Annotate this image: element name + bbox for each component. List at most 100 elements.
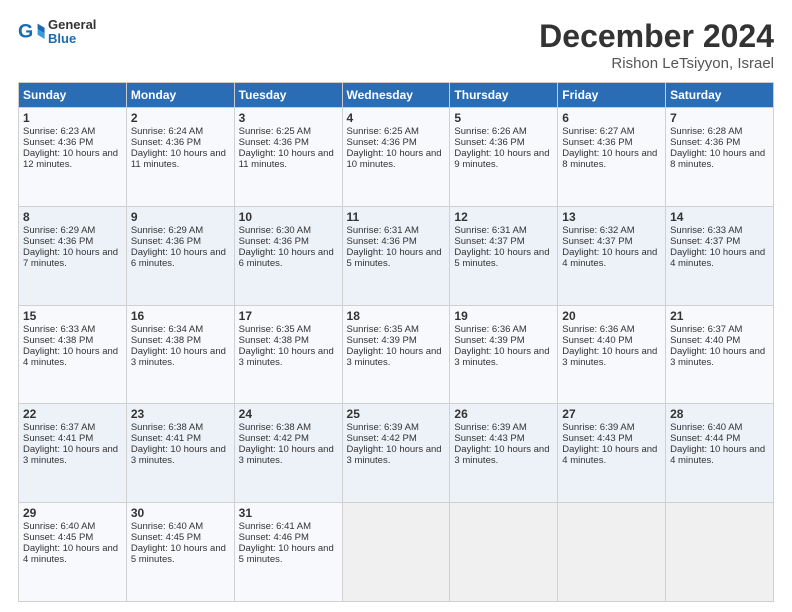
daylight-label: Daylight: 10 hours and 4 minutes. [23,346,118,368]
title-block: December 2024 Rishon LeTsiyyon, Israel [539,18,774,72]
day-cell: 18Sunrise: 6:35 AMSunset: 4:39 PMDayligh… [342,305,450,404]
day-number: 31 [239,506,338,520]
daylight-label: Daylight: 10 hours and 10 minutes. [347,148,442,170]
sunset: Sunset: 4:41 PM [23,433,93,444]
daylight-label: Daylight: 10 hours and 3 minutes. [454,346,549,368]
day-number: 3 [239,111,338,125]
day-cell: 3Sunrise: 6:25 AMSunset: 4:36 PMDaylight… [234,108,342,207]
daylight-label: Daylight: 10 hours and 4 minutes. [562,444,657,466]
day-cell: 23Sunrise: 6:38 AMSunset: 4:41 PMDayligh… [126,404,234,503]
day-cell: 27Sunrise: 6:39 AMSunset: 4:43 PMDayligh… [558,404,666,503]
day-cell: 5Sunrise: 6:26 AMSunset: 4:36 PMDaylight… [450,108,558,207]
sunrise: Sunrise: 6:40 AM [670,422,742,433]
sunrise: Sunrise: 6:40 AM [131,521,203,532]
location-subtitle: Rishon LeTsiyyon, Israel [539,55,774,72]
day-number: 12 [454,210,553,224]
calendar-table: Sunday Monday Tuesday Wednesday Thursday… [18,82,774,602]
page: G General Blue December 2024 Rishon LeTs… [0,0,792,612]
day-cell: 15Sunrise: 6:33 AMSunset: 4:38 PMDayligh… [19,305,127,404]
sunrise: Sunrise: 6:33 AM [670,225,742,236]
day-cell: 7Sunrise: 6:28 AMSunset: 4:36 PMDaylight… [666,108,774,207]
day-cell: 21Sunrise: 6:37 AMSunset: 4:40 PMDayligh… [666,305,774,404]
daylight-label: Daylight: 10 hours and 4 minutes. [670,247,765,269]
daylight-label: Daylight: 10 hours and 3 minutes. [347,444,442,466]
daylight-label: Daylight: 10 hours and 9 minutes. [454,148,549,170]
daylight-label: Daylight: 10 hours and 3 minutes. [131,444,226,466]
day-number: 15 [23,309,122,323]
day-number: 24 [239,407,338,421]
sunset: Sunset: 4:42 PM [347,433,417,444]
daylight-label: Daylight: 10 hours and 3 minutes. [239,444,334,466]
day-cell: 17Sunrise: 6:35 AMSunset: 4:38 PMDayligh… [234,305,342,404]
daylight-label: Daylight: 10 hours and 11 minutes. [239,148,334,170]
sunset: Sunset: 4:42 PM [239,433,309,444]
day-cell [450,503,558,602]
day-cell: 11Sunrise: 6:31 AMSunset: 4:36 PMDayligh… [342,206,450,305]
header-tuesday: Tuesday [234,83,342,108]
day-number: 23 [131,407,230,421]
month-title: December 2024 [539,18,774,55]
sunset: Sunset: 4:37 PM [562,236,632,247]
header-friday: Friday [558,83,666,108]
day-number: 30 [131,506,230,520]
sunrise: Sunrise: 6:41 AM [239,521,311,532]
sunset: Sunset: 4:46 PM [239,532,309,543]
sunset: Sunset: 4:38 PM [239,335,309,346]
sunrise: Sunrise: 6:25 AM [239,126,311,137]
sunrise: Sunrise: 6:38 AM [131,422,203,433]
day-number: 9 [131,210,230,224]
day-number: 22 [23,407,122,421]
sunset: Sunset: 4:38 PM [131,335,201,346]
sunrise: Sunrise: 6:24 AM [131,126,203,137]
daylight-label: Daylight: 10 hours and 3 minutes. [454,444,549,466]
day-number: 7 [670,111,769,125]
sunrise: Sunrise: 6:32 AM [562,225,634,236]
daylight-label: Daylight: 10 hours and 7 minutes. [23,247,118,269]
sunrise: Sunrise: 6:39 AM [454,422,526,433]
day-number: 25 [347,407,446,421]
sunset: Sunset: 4:36 PM [131,137,201,148]
sunset: Sunset: 4:38 PM [23,335,93,346]
daylight-label: Daylight: 10 hours and 5 minutes. [454,247,549,269]
day-number: 1 [23,111,122,125]
day-cell: 9Sunrise: 6:29 AMSunset: 4:36 PMDaylight… [126,206,234,305]
day-cell: 1Sunrise: 6:23 AMSunset: 4:36 PMDaylight… [19,108,127,207]
sunset: Sunset: 4:36 PM [23,236,93,247]
header-wednesday: Wednesday [342,83,450,108]
sunrise: Sunrise: 6:36 AM [562,324,634,335]
daylight-label: Daylight: 10 hours and 5 minutes. [239,543,334,565]
sunset: Sunset: 4:36 PM [239,236,309,247]
day-number: 6 [562,111,661,125]
daylight-label: Daylight: 10 hours and 5 minutes. [131,543,226,565]
day-number: 8 [23,210,122,224]
daylight-label: Daylight: 10 hours and 3 minutes. [347,346,442,368]
week-row-3: 15Sunrise: 6:33 AMSunset: 4:38 PMDayligh… [19,305,774,404]
daylight-label: Daylight: 10 hours and 3 minutes. [670,346,765,368]
sunrise: Sunrise: 6:23 AM [23,126,95,137]
sunrise: Sunrise: 6:36 AM [454,324,526,335]
sunrise: Sunrise: 6:31 AM [454,225,526,236]
day-cell: 10Sunrise: 6:30 AMSunset: 4:36 PMDayligh… [234,206,342,305]
sunrise: Sunrise: 6:27 AM [562,126,634,137]
day-cell: 6Sunrise: 6:27 AMSunset: 4:36 PMDaylight… [558,108,666,207]
sunset: Sunset: 4:43 PM [562,433,632,444]
day-cell: 26Sunrise: 6:39 AMSunset: 4:43 PMDayligh… [450,404,558,503]
weekday-header-row: Sunday Monday Tuesday Wednesday Thursday… [19,83,774,108]
sunset: Sunset: 4:40 PM [562,335,632,346]
daylight-label: Daylight: 10 hours and 3 minutes. [562,346,657,368]
day-number: 13 [562,210,661,224]
day-number: 4 [347,111,446,125]
day-cell: 22Sunrise: 6:37 AMSunset: 4:41 PMDayligh… [19,404,127,503]
day-cell: 16Sunrise: 6:34 AMSunset: 4:38 PMDayligh… [126,305,234,404]
sunrise: Sunrise: 6:34 AM [131,324,203,335]
day-cell: 14Sunrise: 6:33 AMSunset: 4:37 PMDayligh… [666,206,774,305]
day-cell: 13Sunrise: 6:32 AMSunset: 4:37 PMDayligh… [558,206,666,305]
daylight-label: Daylight: 10 hours and 3 minutes. [131,346,226,368]
sunset: Sunset: 4:36 PM [562,137,632,148]
sunrise: Sunrise: 6:29 AM [131,225,203,236]
day-number: 19 [454,309,553,323]
logo: G General Blue [18,18,96,47]
sunset: Sunset: 4:39 PM [454,335,524,346]
sunrise: Sunrise: 6:33 AM [23,324,95,335]
sunrise: Sunrise: 6:26 AM [454,126,526,137]
